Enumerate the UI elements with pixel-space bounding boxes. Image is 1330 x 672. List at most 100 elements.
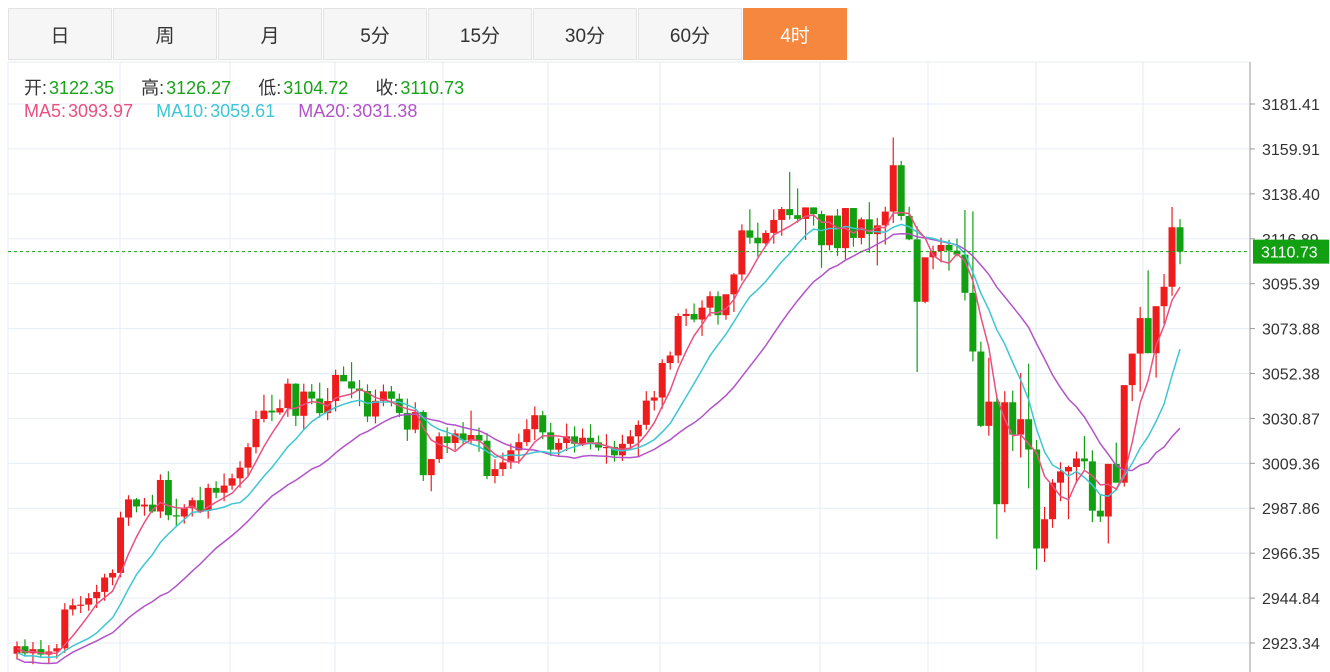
candle bbox=[826, 215, 834, 251]
candle-body bbox=[220, 485, 228, 493]
candle-body bbox=[937, 245, 945, 252]
candle bbox=[260, 394, 268, 423]
candle-body bbox=[682, 313, 690, 317]
candle bbox=[164, 471, 172, 521]
y-tick-label: 3159.91 bbox=[1262, 142, 1320, 159]
candle-body bbox=[491, 469, 499, 476]
candle-body bbox=[196, 500, 204, 511]
candle-body bbox=[435, 436, 443, 460]
candle bbox=[1041, 506, 1049, 563]
candle bbox=[252, 410, 260, 454]
high-value: 3126.27 bbox=[166, 78, 232, 98]
low-label: 低: bbox=[258, 78, 282, 98]
candle bbox=[833, 209, 841, 257]
candle bbox=[682, 308, 690, 327]
y-tick-label: 2966.35 bbox=[1262, 546, 1320, 563]
candle bbox=[602, 434, 610, 464]
candle-body bbox=[730, 274, 738, 295]
candle bbox=[587, 424, 595, 450]
candle-body bbox=[1017, 419, 1025, 435]
candle-body bbox=[754, 237, 762, 244]
candle bbox=[356, 379, 364, 407]
candle-body bbox=[276, 408, 284, 413]
candle bbox=[1152, 306, 1160, 378]
candle bbox=[977, 341, 985, 428]
y-tick-label: 2987.86 bbox=[1262, 501, 1320, 518]
candle bbox=[29, 642, 37, 665]
candle-body bbox=[531, 415, 539, 430]
candle-body bbox=[642, 400, 650, 425]
candle-body bbox=[1128, 353, 1136, 386]
candle-body bbox=[156, 479, 164, 512]
ma10-label: MA10: bbox=[156, 101, 209, 121]
candle bbox=[523, 419, 531, 447]
candle-body bbox=[690, 313, 698, 320]
candle bbox=[539, 410, 547, 440]
candle bbox=[268, 394, 276, 422]
grid bbox=[8, 62, 1250, 672]
candle bbox=[125, 495, 133, 526]
candle bbox=[1104, 463, 1112, 544]
y-tick-label: 3030.87 bbox=[1262, 411, 1320, 428]
candle-body bbox=[889, 165, 897, 212]
candle-body bbox=[547, 432, 555, 450]
candle bbox=[1025, 363, 1033, 489]
open-label: 开: bbox=[24, 78, 48, 98]
candle-body bbox=[1041, 519, 1049, 549]
candle-body bbox=[499, 462, 507, 470]
candle bbox=[1080, 436, 1088, 470]
candle bbox=[1128, 353, 1136, 402]
candle-body bbox=[897, 165, 905, 216]
candle-body bbox=[348, 381, 356, 389]
candle bbox=[889, 137, 897, 224]
candles bbox=[13, 137, 1184, 665]
low-value: 3104.72 bbox=[283, 78, 349, 98]
candle bbox=[913, 226, 921, 372]
candle bbox=[300, 383, 308, 430]
candle-body bbox=[308, 391, 316, 399]
candle bbox=[140, 497, 148, 516]
candle-body bbox=[738, 230, 746, 275]
candle-body bbox=[770, 219, 778, 233]
candle-body bbox=[626, 436, 634, 444]
candle-body bbox=[993, 401, 1001, 505]
candle-body bbox=[109, 572, 117, 578]
ma20-value: 3031.38 bbox=[352, 101, 418, 121]
candle-body bbox=[292, 383, 300, 416]
candle bbox=[483, 432, 491, 480]
candle-body bbox=[101, 577, 109, 592]
candle bbox=[610, 440, 618, 462]
candle bbox=[786, 171, 794, 220]
candle-body bbox=[1136, 318, 1144, 354]
candle bbox=[730, 272, 738, 313]
candle-body bbox=[1064, 467, 1072, 472]
candle bbox=[156, 474, 164, 518]
candle-body bbox=[706, 296, 714, 308]
candle-body bbox=[1072, 458, 1080, 468]
candle-body bbox=[77, 604, 85, 606]
candle-body bbox=[1033, 449, 1041, 549]
candle-body bbox=[140, 504, 148, 507]
candle bbox=[196, 486, 204, 512]
candle bbox=[897, 160, 905, 221]
candle-body bbox=[1096, 510, 1104, 517]
candle-body bbox=[826, 215, 834, 246]
candle-body bbox=[786, 209, 794, 216]
candle-body bbox=[244, 447, 252, 468]
candle-body bbox=[284, 383, 292, 409]
close-value: 3110.73 bbox=[400, 78, 465, 98]
candle bbox=[571, 426, 579, 453]
candle-body bbox=[650, 397, 658, 401]
candle bbox=[873, 217, 881, 266]
candle bbox=[650, 390, 658, 411]
candle-body bbox=[387, 391, 395, 399]
candle-body bbox=[132, 499, 140, 507]
candle-body bbox=[810, 207, 818, 215]
ma-info: MA5: 3093.97 MA10: 3059.61 MA20: 3031.38 bbox=[24, 101, 419, 122]
candle-body bbox=[523, 429, 531, 443]
ma5-value: 3093.97 bbox=[68, 101, 134, 121]
candle bbox=[451, 429, 459, 450]
candle bbox=[204, 483, 212, 519]
candle bbox=[969, 211, 977, 362]
candle bbox=[332, 369, 340, 412]
